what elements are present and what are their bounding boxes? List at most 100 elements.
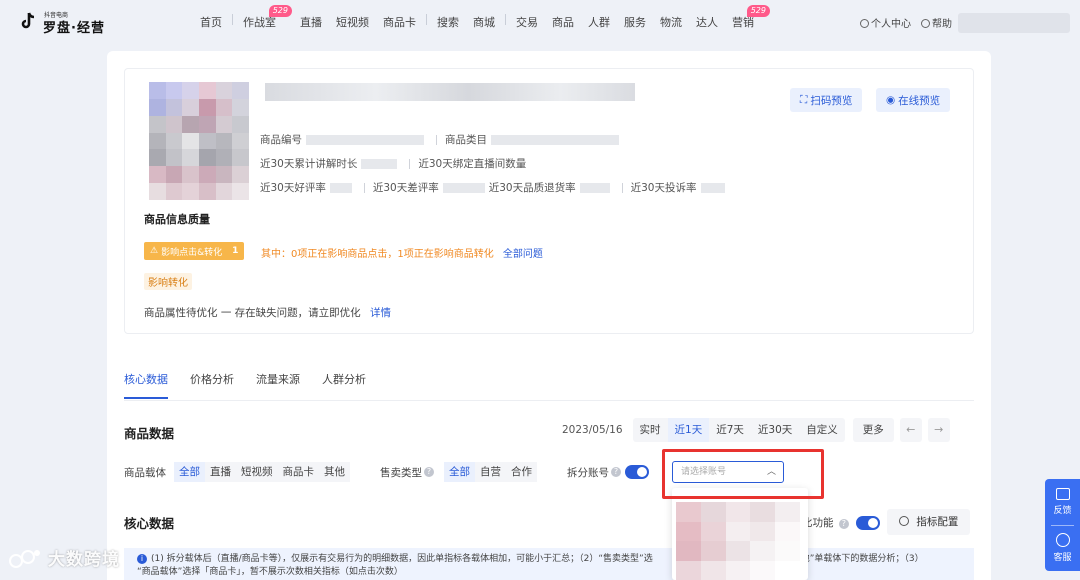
online-preview-button[interactable]: ◉ 在线预览 [876, 88, 951, 112]
mosaic-cell [232, 115, 249, 133]
mosaic-cell [149, 82, 166, 99]
option-cell [750, 541, 776, 561]
good-rate-label: 近30天好评率 [260, 182, 326, 194]
help-link[interactable]: 帮助 [921, 15, 952, 30]
nav-item[interactable]: 人群 [588, 14, 610, 30]
mosaic-cell [149, 183, 166, 200]
carrier-other[interactable]: 其他 [319, 462, 350, 482]
nav-item[interactable]: 物流 [660, 14, 682, 30]
impact-summary-text: 其中：0项正在影响商品点击，1项正在影响商品转化 [261, 249, 494, 260]
split-account-toggle[interactable] [625, 465, 649, 479]
more-button[interactable]: 更多 [852, 418, 894, 442]
sale-type-help-icon[interactable]: ? [424, 467, 434, 477]
compare-help-icon[interactable]: ? [838, 519, 849, 529]
mosaic-cell [215, 82, 233, 99]
core-data-title: 核心数据 [124, 516, 175, 531]
feedback-label: 反馈 [1053, 506, 1072, 516]
carrier-live[interactable]: 直播 [205, 462, 236, 482]
nav-item[interactable]: 交易 [516, 14, 538, 30]
nav-item-label: 商城 [473, 16, 495, 29]
range-realtime[interactable]: 实时 [633, 418, 668, 442]
nav-item[interactable]: 商品卡 [383, 14, 416, 30]
sale-type-self[interactable]: 自营 [475, 462, 506, 482]
prev-date-button[interactable]: ← [899, 418, 922, 442]
feedback-icon [1055, 488, 1070, 500]
option-cell [775, 521, 800, 541]
nav-item-label: 商品 [552, 16, 574, 29]
mosaic-cell [149, 115, 166, 133]
range-1-day[interactable]: 近1天 [667, 418, 710, 442]
account-dropdown [672, 488, 808, 580]
next-date-button[interactable]: → [927, 418, 950, 442]
tab-audience-analysis[interactable]: 人群分析 [322, 371, 366, 387]
carrier-short-video[interactable]: 短视频 [236, 462, 278, 482]
option-cell [700, 521, 726, 541]
metric-config-button[interactable]: 指标配置 [887, 509, 971, 535]
sale-type-coop[interactable]: 合作 [506, 462, 537, 482]
mosaic-cell [198, 98, 216, 116]
nav-item-label: 人群 [588, 16, 610, 29]
nav-item[interactable]: 直播 [300, 14, 322, 30]
detail-link[interactable]: 详情 [370, 307, 391, 319]
bad-rate-value-blurred [442, 182, 485, 193]
nav-item[interactable]: 营销 529 [732, 5, 770, 30]
range-30-days[interactable]: 近30天 [751, 418, 799, 442]
tab-traffic-source[interactable]: 流量来源 [256, 371, 300, 387]
logo[interactable]: 抖音电商 罗盘·经营 [18, 9, 108, 36]
nav-item-label: 短视频 [336, 16, 369, 29]
divider [621, 182, 623, 193]
watermark-text: 大数跨境 [48, 550, 120, 570]
tab-price-analysis[interactable]: 价格分析 [190, 371, 234, 387]
mosaic-cell [232, 166, 249, 184]
all-issues-link[interactable]: 全部问题 [503, 249, 543, 260]
notice-text: i (1) 拆分载体后（直播/商品卡等），仅展示有交易行为的明细数据，因此单指标各… [137, 553, 967, 579]
carrier-product-card[interactable]: 商品卡 [277, 462, 319, 482]
tab-core-data[interactable]: 核心数据 [124, 371, 168, 387]
range-custom[interactable]: 自定义 [799, 418, 845, 442]
compare-function: 比功能 ? [802, 515, 881, 530]
sale-type-all[interactable]: 全部 [444, 462, 475, 482]
divider [436, 134, 437, 145]
account-name-blurred[interactable] [958, 13, 1070, 33]
nav-item[interactable]: 商品 [552, 14, 574, 30]
sale-type-label: 售卖类型 [380, 466, 422, 479]
analysis-tabs: 核心数据 价格分析 流量来源 人群分析 [124, 367, 974, 401]
option-cell [750, 521, 776, 541]
impact-tag: ⚠ 影响点击&转化 1 [144, 242, 245, 260]
compare-toggle[interactable] [856, 516, 881, 530]
nav-item[interactable]: 短视频 [336, 14, 369, 30]
feedback-button[interactable]: 反馈 [1045, 488, 1080, 516]
scan-preview-button[interactable]: ⛶ 扫码预览 [790, 88, 863, 112]
bad-rate-label: 近30天差评率 [372, 182, 439, 194]
mosaic-cell [149, 166, 166, 184]
split-account-help-icon[interactable]: ? [611, 467, 621, 477]
product-code-label: 商品编号 [260, 134, 302, 146]
nav-item-label: 物流 [660, 16, 682, 29]
nav-item[interactable]: 达人 [696, 14, 718, 30]
nav-item[interactable]: 服务 [624, 14, 646, 30]
option-cell [700, 502, 726, 522]
mosaic-cell [182, 115, 199, 133]
mosaic-cell [149, 98, 166, 116]
nav-item[interactable]: 首页 [200, 14, 222, 30]
nav-item[interactable]: 商城 [473, 14, 495, 30]
mosaic-cell [215, 132, 233, 150]
service-button[interactable]: 客服 [1045, 533, 1080, 563]
nav-item-label: 直播 [300, 16, 322, 29]
range-7-days[interactable]: 近7天 [709, 418, 751, 442]
nav-item-label: 作战室 [243, 16, 276, 29]
mosaic-cell [198, 82, 216, 99]
scan-icon: ⛶ [800, 93, 808, 106]
mosaic-cell [182, 183, 199, 200]
nav-item[interactable]: 作战室 529 [243, 5, 292, 30]
nav-item[interactable]: 搜索 [437, 14, 459, 30]
account-options-blurred[interactable] [676, 502, 800, 580]
nav-item-label: 服务 [624, 16, 646, 29]
mosaic-cell [182, 149, 199, 167]
user-icon [860, 19, 869, 28]
mosaic-cell [165, 98, 183, 116]
headset-icon [1055, 533, 1070, 547]
personal-center-link[interactable]: 个人中心 [860, 15, 911, 30]
carrier-all[interactable]: 全部 [174, 462, 205, 482]
mosaic-cell [165, 82, 183, 99]
